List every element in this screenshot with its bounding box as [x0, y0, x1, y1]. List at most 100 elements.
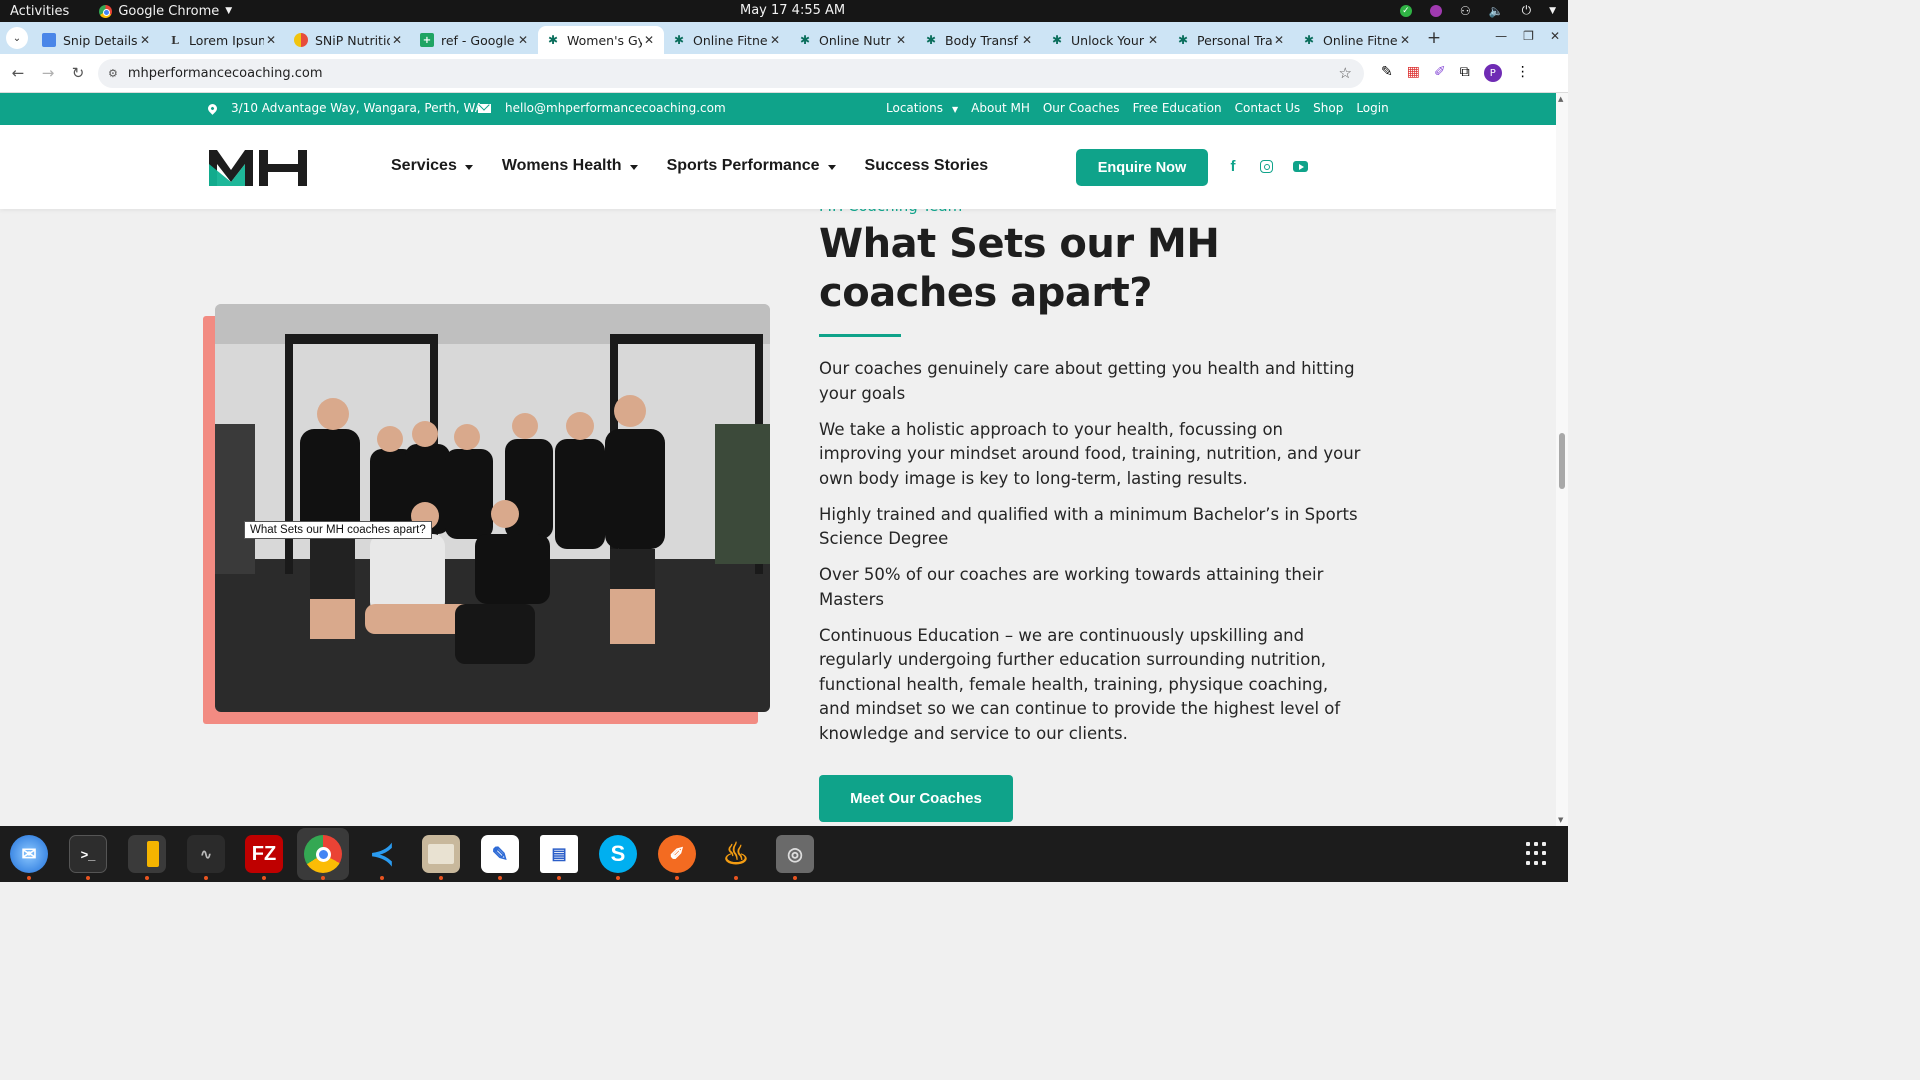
- back-icon[interactable]: ←: [3, 64, 33, 82]
- new-tab-button[interactable]: +: [1420, 28, 1448, 48]
- network-icon[interactable]: ⚇: [1460, 4, 1471, 18]
- files-icon[interactable]: [422, 835, 460, 873]
- reload-icon[interactable]: ↻: [63, 64, 93, 82]
- eyedropper-extension-icon[interactable]: ✎: [1381, 64, 1393, 82]
- tab-search-button[interactable]: ⌄: [6, 27, 28, 49]
- mh-logo[interactable]: [207, 146, 309, 188]
- tab[interactable]: SNiP Nutrition✕: [286, 26, 412, 54]
- tab[interactable]: ✱ Online Nutr ✕: [790, 26, 916, 54]
- firefox-dev-icon[interactable]: ♨: [717, 835, 755, 873]
- tab[interactable]: + ref - Google ✕: [412, 26, 538, 54]
- youtube-icon[interactable]: [1293, 161, 1308, 172]
- clock[interactable]: May 17 4:55 AM: [740, 3, 845, 18]
- email-info[interactable]: hello@mhperformancecoaching.com: [478, 101, 726, 115]
- doc-icon: [42, 33, 56, 47]
- close-icon[interactable]: ✕: [1398, 33, 1412, 47]
- terminal-icon[interactable]: >_: [69, 835, 107, 873]
- volume-icon[interactable]: 🔈: [1489, 4, 1504, 18]
- url-text[interactable]: mhperformancecoaching.com: [128, 66, 323, 81]
- close-icon[interactable]: ✕: [264, 33, 278, 47]
- shield-check-icon[interactable]: ✓: [1399, 4, 1412, 17]
- text-editor-icon[interactable]: ✎: [481, 835, 519, 873]
- tab[interactable]: ✱ Unlock Your ✕: [1042, 26, 1168, 54]
- page-scrollbar[interactable]: ▲ ▼: [1556, 93, 1568, 826]
- instagram-icon[interactable]: [1260, 160, 1273, 173]
- chrome-dock-icon[interactable]: [304, 835, 342, 873]
- puzzle-extensions-icon[interactable]: ⧉: [1460, 64, 1470, 82]
- top-link-free-education[interactable]: Free Education: [1133, 101, 1222, 115]
- restore-icon[interactable]: ❐: [1523, 29, 1534, 43]
- power-icon[interactable]: ⏻: [1522, 3, 1532, 18]
- nav-womens-health[interactable]: Womens Health: [502, 157, 638, 175]
- address-bar[interactable]: ⚙ mhperformancecoaching.com ☆: [98, 59, 1364, 88]
- thunderbird-icon[interactable]: ✉: [10, 835, 48, 873]
- close-icon[interactable]: ✕: [1020, 33, 1034, 47]
- close-icon[interactable]: ✕: [1272, 33, 1286, 47]
- tab-active[interactable]: ✱ Women's Gy ✕: [538, 26, 664, 54]
- app-menu[interactable]: Google Chrome ▼: [99, 4, 232, 19]
- nav-label: Sports Performance: [666, 157, 820, 174]
- caret-down-icon: [629, 164, 638, 170]
- email-text[interactable]: hello@mhperformancecoaching.com: [505, 101, 726, 115]
- lorem-icon: L: [171, 33, 179, 47]
- meet-our-coaches-button[interactable]: Meet Our Coaches: [819, 775, 1013, 822]
- mh-icon: ✱: [925, 33, 937, 47]
- activities-button[interactable]: Activities: [10, 4, 69, 19]
- pen-extension-icon[interactable]: ✐: [1434, 64, 1446, 82]
- scroll-up-icon[interactable]: ▲: [1558, 95, 1563, 103]
- nav-services[interactable]: Services: [391, 157, 473, 175]
- contact-info-bar: 3/10 Advantage Way, Wangara, Perth, WA h…: [0, 93, 1556, 125]
- disk-utility-icon[interactable]: ◎: [776, 835, 814, 873]
- close-icon[interactable]: ✕: [642, 33, 656, 47]
- tab[interactable]: Snip Details ✕: [34, 26, 160, 54]
- running-indicator: [145, 876, 149, 880]
- top-link-about[interactable]: About MH: [971, 101, 1030, 115]
- close-icon[interactable]: ✕: [390, 33, 404, 47]
- tab[interactable]: ✱ Online Fitne ✕: [664, 26, 790, 54]
- more-menu-icon[interactable]: ⋮: [1516, 64, 1530, 82]
- nav-sports-performance[interactable]: Sports Performance: [667, 157, 836, 175]
- site-info-icon[interactable]: ⚙: [108, 67, 118, 80]
- skype-icon[interactable]: S: [599, 835, 637, 873]
- extension-tray-icon[interactable]: [1429, 4, 1442, 17]
- tab-title: Body Transf: [945, 32, 1018, 48]
- vscode-icon[interactable]: ≺: [363, 835, 401, 873]
- top-link-login[interactable]: Login: [1356, 101, 1388, 115]
- tab[interactable]: ✱ Personal Tra ✕: [1168, 26, 1294, 54]
- system-tray[interactable]: ✓ ⚇ 🔈 ⏻ ▼: [1399, 3, 1556, 18]
- tab[interactable]: ✱ Online Fitne ✕: [1294, 26, 1420, 54]
- minimize-icon[interactable]: —: [1495, 29, 1507, 43]
- close-window-icon[interactable]: ✕: [1550, 29, 1560, 43]
- postman-icon[interactable]: ✐: [658, 835, 696, 873]
- scrollbar-thumb[interactable]: [1559, 433, 1565, 489]
- close-icon[interactable]: ✕: [1146, 33, 1160, 47]
- top-link-our-coaches[interactable]: Our Coaches: [1043, 101, 1120, 115]
- calculator-icon[interactable]: [128, 835, 166, 873]
- show-apps-grid-icon[interactable]: [1526, 842, 1550, 866]
- bookmark-star-icon[interactable]: ☆: [1339, 64, 1352, 82]
- close-icon[interactable]: ✕: [894, 33, 908, 47]
- close-icon[interactable]: ✕: [516, 33, 530, 47]
- calendar-extension-icon[interactable]: ▦: [1407, 64, 1420, 82]
- filezilla-icon[interactable]: FZ: [245, 835, 283, 873]
- facebook-icon[interactable]: f: [1226, 158, 1240, 175]
- tab-strip: ⌄ Snip Details ✕ L Lorem Ipsum ✕ SNiP Nutri…: [0, 22, 1568, 54]
- close-icon[interactable]: ✕: [138, 33, 152, 47]
- close-icon[interactable]: ✕: [768, 33, 782, 47]
- chevron-down-icon[interactable]: ▼: [1549, 6, 1556, 16]
- enquire-now-button[interactable]: Enquire Now: [1076, 149, 1208, 186]
- profile-avatar[interactable]: P: [1483, 64, 1502, 82]
- writer-icon[interactable]: ▤: [540, 835, 578, 873]
- top-links: Locations ▼ About MH Our Coaches Free Edu…: [886, 101, 1389, 115]
- tab[interactable]: ✱ Body Transf ✕: [916, 26, 1042, 54]
- scroll-down-icon[interactable]: ▼: [1558, 816, 1563, 824]
- top-link-contact[interactable]: Contact Us: [1235, 101, 1301, 115]
- forward-icon[interactable]: →: [33, 64, 63, 82]
- tab[interactable]: L Lorem Ipsum ✕: [160, 26, 286, 54]
- running-indicator: [557, 876, 561, 880]
- top-link-shop[interactable]: Shop: [1313, 101, 1343, 115]
- running-indicator: [439, 876, 443, 880]
- top-link-locations[interactable]: Locations ▼: [886, 101, 958, 115]
- nav-success-stories[interactable]: Success Stories: [865, 157, 989, 175]
- system-monitor-icon[interactable]: ∿: [187, 835, 225, 873]
